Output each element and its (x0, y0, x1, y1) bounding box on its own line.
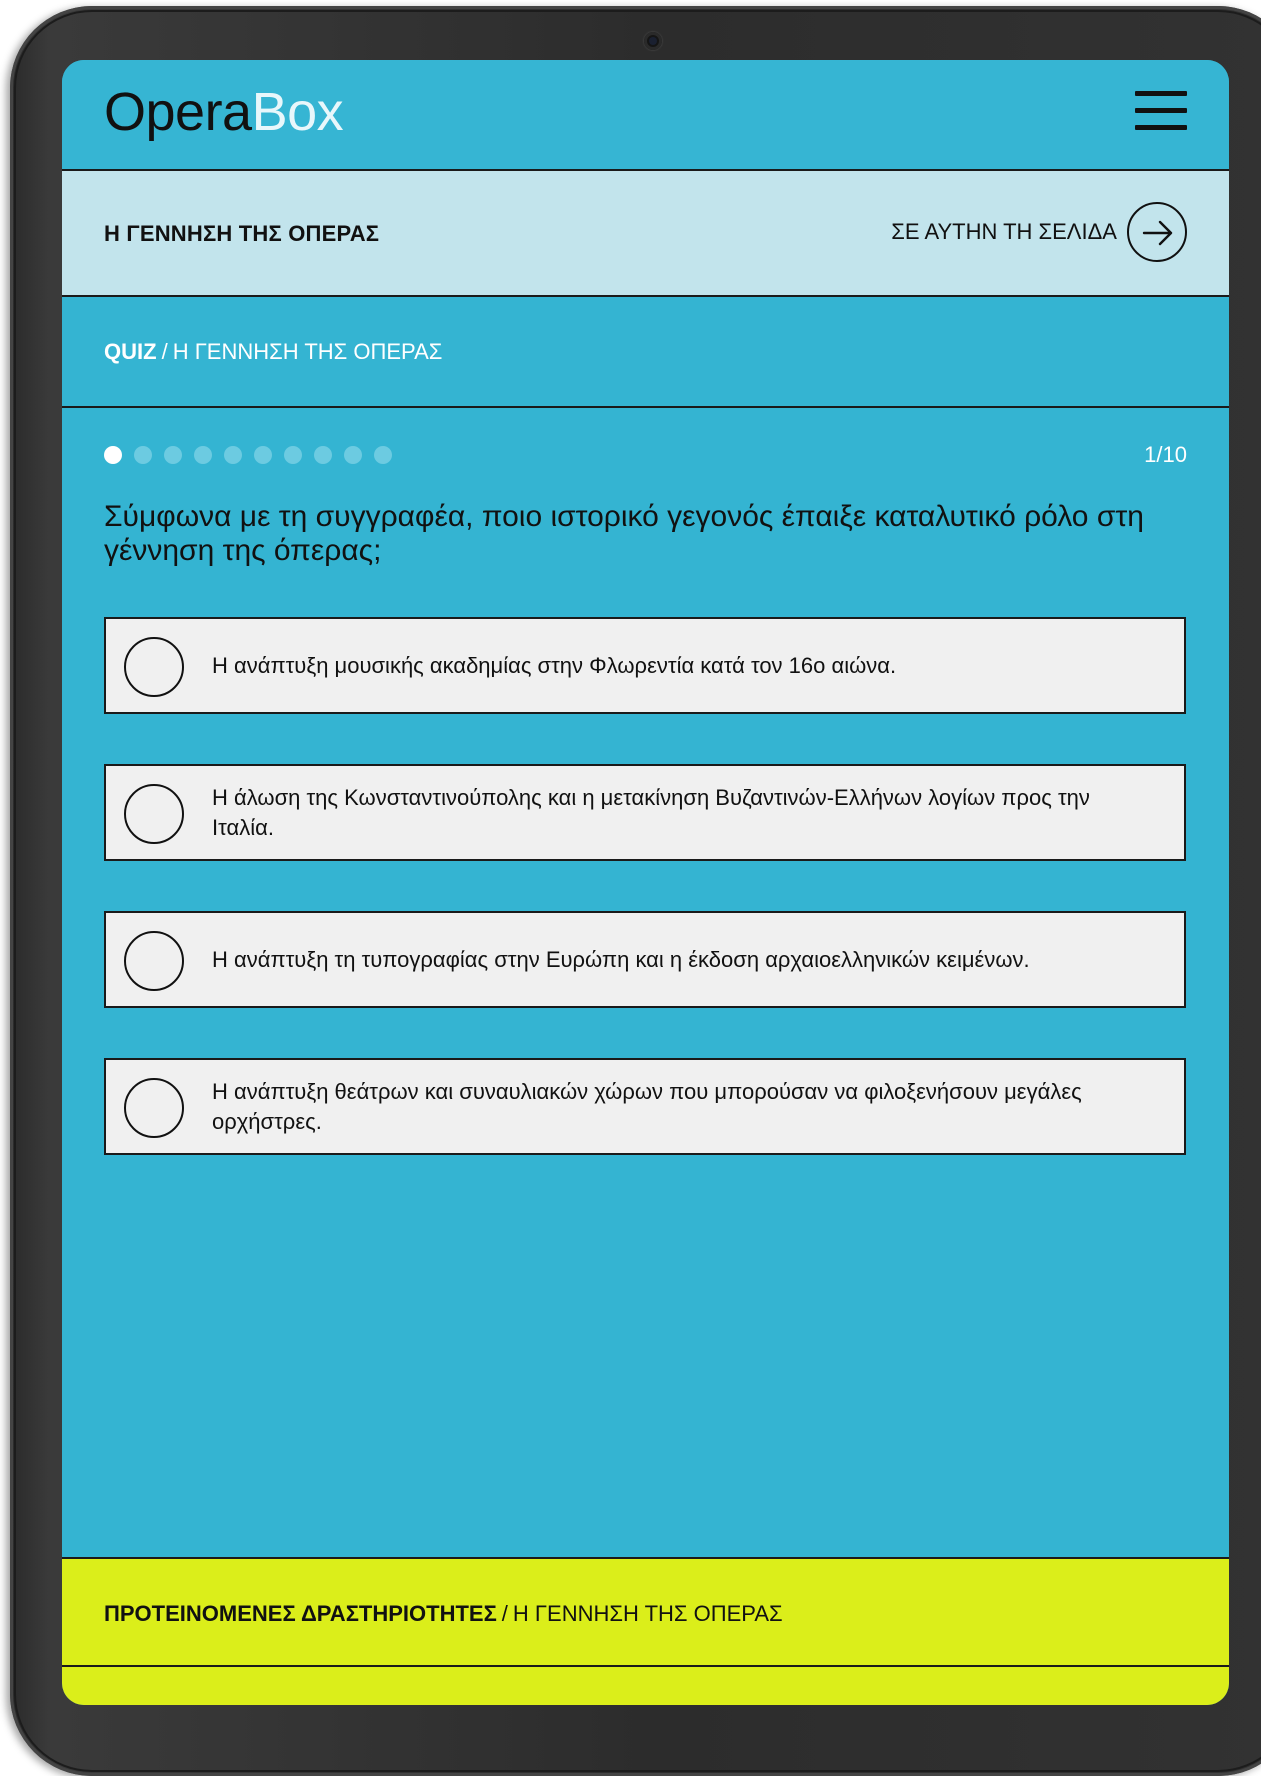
on-this-page-label: ΣΕ ΑΥΤΗΝ ΤΗ ΣΕΛΙΔΑ (891, 219, 1117, 244)
hamburger-menu-icon[interactable] (1135, 91, 1187, 131)
progress-dot (284, 446, 302, 464)
footer-breadcrumb: ΠΡΟΤΕΙΝΟΜΕΝΕΣ ΔΡΑΣΤΗΡΙΟΤΗΤΕΣ / Η ΓΕΝΝΗΣΗ Τ… (104, 1601, 783, 1627)
radio-button[interactable] (124, 784, 184, 844)
breadcrumb-root[interactable]: QUIZ (104, 339, 157, 364)
camera-icon (644, 32, 662, 50)
progress-dot (134, 446, 152, 464)
progress-dot (374, 446, 392, 464)
answer-option-label: Η ανάπτυξη θεάτρων και συναυλιακών χώρων… (212, 1078, 1082, 1134)
section-bar: Η ΓΕΝΝΗΣΗ ΤΗΣ ΟΠΕΡΑΣ ΣΕ ΑΥΤΗΝ ΤΗ ΣΕΛΙΔΑ (62, 171, 1229, 297)
footer-breadcrumb-separator: / (501, 1601, 508, 1626)
answer-option-label: Η ανάπτυξη τη τυπογραφίας στην Ευρώπη κα… (212, 946, 1030, 972)
answer-option-4[interactable]: Η ανάπτυξη θεάτρων και συναυλιακών χώρων… (104, 1058, 1186, 1155)
on-this-page-button[interactable]: ΣΕ ΑΥΤΗΝ ΤΗ ΣΕΛΙΔΑ (891, 201, 1187, 263)
footer-breadcrumb-root[interactable]: ΠΡΟΤΕΙΝΟΜΕΝΕΣ ΔΡΑΣΤΗΡΙΟΤΗΤΕΣ (104, 1601, 497, 1626)
progress-dot (254, 446, 272, 464)
answer-option-2[interactable]: Η άλωση της Κωνσταντινούπολης και η μετα… (104, 764, 1186, 861)
breadcrumb-separator: / (161, 339, 168, 364)
answer-option-3[interactable]: Η ανάπτυξη τη τυπογραφίας στην Ευρώπη κα… (104, 911, 1186, 1008)
suggested-activities-bar: ΠΡΟΤΕΙΝΟΜΕΝΕΣ ΔΡΑΣΤΗΡΙΟΤΗΤΕΣ / Η ΓΕΝΝΗΣΗ Τ… (62, 1557, 1229, 1667)
radio-button[interactable] (124, 637, 184, 697)
section-title: Η ΓΕΝΝΗΣΗ ΤΗΣ ΟΠΕΡΑΣ (104, 221, 380, 246)
menu-line (1135, 108, 1187, 113)
breadcrumb-current: Η ΓΕΝΝΗΣΗ ΤΗΣ ΟΠΕΡΑΣ (172, 339, 443, 364)
footer-tail (62, 1667, 1229, 1705)
logo-text-box: Box (251, 82, 344, 142)
question-counter: 1/10 (1144, 442, 1187, 467)
progress-dot (164, 446, 182, 464)
footer-breadcrumb-current: Η ΓΕΝΝΗΣΗ ΤΗΣ ΟΠΕΡΑΣ (512, 1601, 783, 1626)
breadcrumb: QUIZ / Η ΓΕΝΝΗΣΗ ΤΗΣ ΟΠΕΡΑΣ (104, 339, 442, 365)
progress-dot (194, 446, 212, 464)
arrow-right-icon (1142, 220, 1173, 246)
arrow-right-circle-icon (1127, 202, 1187, 262)
progress-dot (314, 446, 332, 464)
operabox-logo[interactable]: OperaBox (104, 82, 344, 142)
progress-dot (224, 446, 242, 464)
logo-text-opera: Opera (104, 82, 252, 142)
progress-dot (344, 446, 362, 464)
progress-dot (104, 446, 122, 464)
question-text: Σύμφωνα με τη συγγραφέα, ποιο ιστορικό γ… (104, 500, 1144, 567)
radio-button[interactable] (124, 931, 184, 991)
app-header: OperaBox (62, 60, 1229, 171)
menu-line (1135, 91, 1187, 96)
answer-option-1[interactable]: Η ανάπτυξη μουσικής ακαδημίας στην Φλωρε… (104, 617, 1186, 714)
answer-option-label: Η ανάπτυξη μουσικής ακαδημίας στην Φλωρε… (212, 652, 897, 678)
radio-button[interactable] (124, 1078, 184, 1138)
app-screen: OperaBox Η ΓΕΝΝΗΣΗ ΤΗΣ ΟΠΕΡΑΣ ΣΕ ΑΥΤΗΝ Τ… (62, 60, 1229, 1705)
answer-option-label: Η άλωση της Κωνσταντινούπολης και η μετα… (212, 784, 1090, 840)
progress-dots (104, 446, 392, 464)
breadcrumb-bar: QUIZ / Η ΓΕΝΝΗΣΗ ΤΗΣ ΟΠΕΡΑΣ (62, 297, 1229, 408)
menu-line (1135, 125, 1187, 130)
